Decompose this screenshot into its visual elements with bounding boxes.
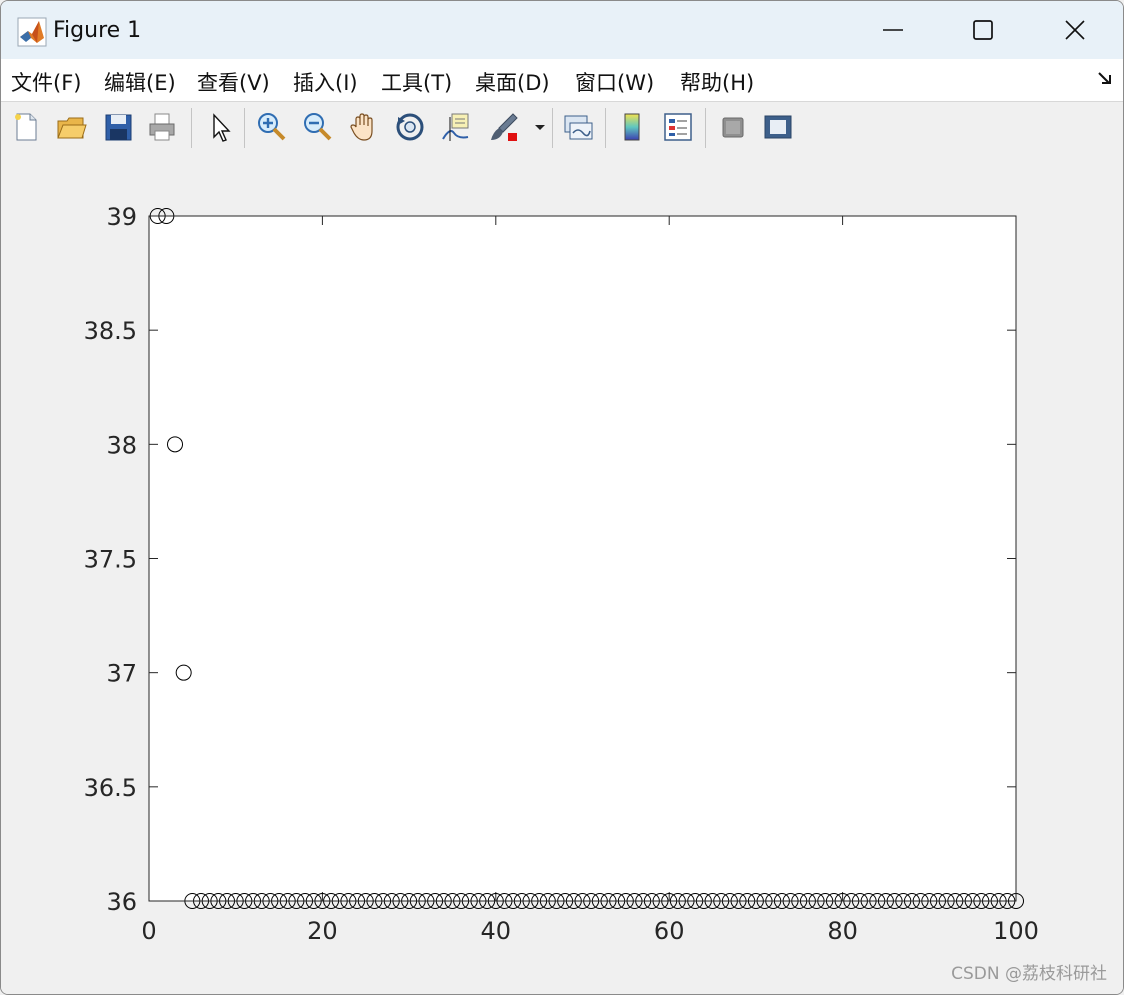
zoom-in-icon[interactable] bbox=[252, 108, 290, 146]
y-tick-label: 36 bbox=[106, 888, 137, 916]
menu-file[interactable]: 文件(F) bbox=[11, 67, 81, 97]
open-file-icon[interactable] bbox=[52, 108, 90, 146]
save-icon[interactable] bbox=[99, 108, 137, 146]
watermark-text: CSDN @荔枝科研社 bbox=[951, 964, 1107, 984]
hide-plot-tools-icon[interactable] bbox=[714, 108, 752, 146]
legend-icon[interactable] bbox=[659, 108, 697, 146]
colorbar-icon[interactable] bbox=[613, 108, 651, 146]
x-tick-label: 80 bbox=[827, 917, 858, 945]
x-tick-label: 0 bbox=[141, 917, 156, 945]
menu-desktop[interactable]: 桌面(D) bbox=[475, 67, 550, 97]
pan-hand-icon[interactable] bbox=[345, 108, 383, 146]
select-pointer-icon[interactable] bbox=[201, 108, 239, 146]
axes-background bbox=[149, 216, 1016, 901]
toolbar-separator bbox=[705, 108, 706, 148]
menu-help[interactable]: 帮助(H) bbox=[680, 67, 754, 97]
toolbar-separator bbox=[552, 108, 553, 148]
close-icon bbox=[1065, 20, 1085, 40]
scatter-plot[interactable]: 0 20 40 60 80 100 36 36.5 37 37.5 38 38.5 39 bbox=[1, 154, 1123, 994]
y-tick-label: 38.5 bbox=[84, 317, 137, 345]
data-cursor-icon[interactable] bbox=[437, 108, 475, 146]
toolbar-separator bbox=[244, 108, 245, 148]
y-tick-label: 36.5 bbox=[84, 774, 137, 802]
toolbar-separator bbox=[191, 108, 192, 148]
y-tick-label: 37.5 bbox=[84, 546, 137, 574]
y-tick-label: 38 bbox=[106, 431, 137, 459]
brush-icon[interactable] bbox=[485, 108, 523, 146]
print-icon[interactable] bbox=[143, 108, 181, 146]
rotate-3d-icon[interactable] bbox=[391, 108, 429, 146]
menu-edit[interactable]: 编辑(E) bbox=[104, 67, 176, 97]
toolbar-separator bbox=[605, 108, 606, 148]
title-bar[interactable]: Figure 1 bbox=[1, 1, 1123, 59]
y-tick-label: 39 bbox=[106, 203, 137, 231]
brush-dropdown-icon[interactable] bbox=[531, 108, 549, 146]
y-tick-label: 37 bbox=[106, 660, 137, 688]
link-plot-icon[interactable] bbox=[559, 108, 597, 146]
menu-bar: 文件(F) 编辑(E) 查看(V) 插入(I) 工具(T) 桌面(D) 窗口(W… bbox=[1, 59, 1123, 101]
x-tick-label: 40 bbox=[481, 917, 512, 945]
close-button[interactable] bbox=[1029, 1, 1121, 59]
x-tick-label: 20 bbox=[307, 917, 338, 945]
menu-tools[interactable]: 工具(T) bbox=[381, 67, 452, 97]
minimize-icon bbox=[883, 29, 903, 31]
menu-window[interactable]: 窗口(W) bbox=[575, 67, 654, 97]
maximize-button[interactable] bbox=[937, 1, 1029, 59]
zoom-out-icon[interactable] bbox=[298, 108, 336, 146]
menu-view[interactable]: 查看(V) bbox=[197, 67, 270, 97]
x-tick-label: 60 bbox=[654, 917, 685, 945]
x-tick-label: 100 bbox=[993, 917, 1039, 945]
show-plot-tools-icon[interactable] bbox=[759, 108, 797, 146]
figure-canvas: 0 20 40 60 80 100 36 36.5 37 37.5 38 38.5 39 bbox=[1, 154, 1123, 994]
menu-insert[interactable]: 插入(I) bbox=[293, 67, 358, 97]
new-figure-icon[interactable] bbox=[7, 108, 45, 146]
maximize-icon bbox=[973, 20, 993, 40]
minimize-button[interactable] bbox=[847, 1, 939, 59]
matlab-logo-icon bbox=[17, 17, 47, 47]
figure-window: Figure 1 文件(F) 编辑(E) 查看(V) 插入(I) 工具(T) 桌… bbox=[0, 0, 1124, 995]
dock-arrow-icon[interactable] bbox=[1097, 70, 1113, 86]
figure-toolbar bbox=[1, 101, 1123, 155]
window-title: Figure 1 bbox=[53, 18, 142, 43]
